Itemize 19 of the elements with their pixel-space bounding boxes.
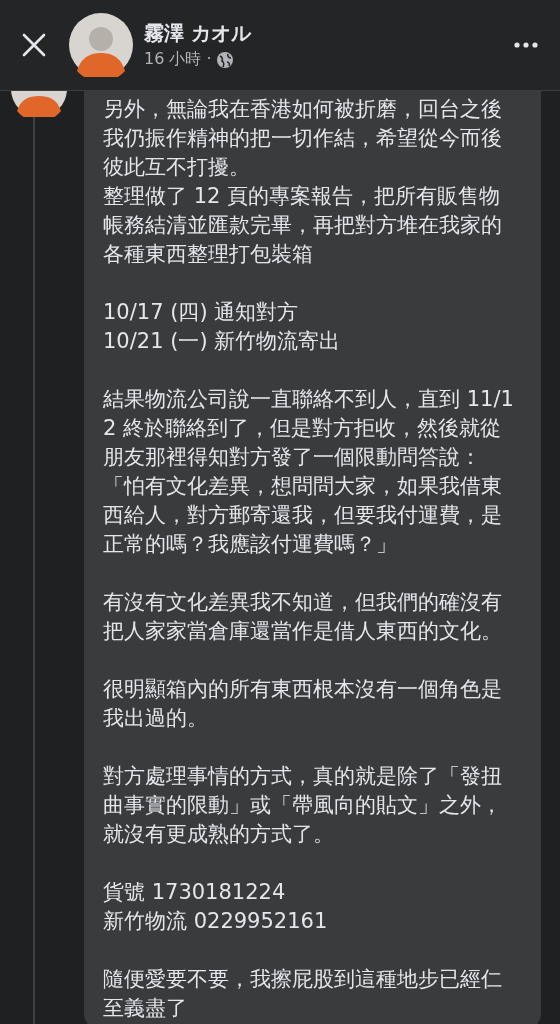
comment-text: 新竹物流 0229952161	[103, 908, 329, 935]
comment-text: 10/21 (一) 新竹物流寄出	[103, 328, 342, 355]
comment-text: 另外，無論我在香港如何被折磨，回台之後我仍振作精神的把一切作結，希望從今而後彼此互不打擾。	[103, 96, 503, 181]
post-time: 16 小時 ·	[144, 49, 212, 70]
comment-text: 10/17 (四) 通知對方	[103, 299, 300, 326]
comment-text: 隨便愛要不要，我擦屁股到這種地步已經仁至義盡了	[103, 966, 503, 1022]
close-icon	[21, 32, 47, 58]
comment-text: 結果物流公司說一直聯絡不到人，直到 11/12 終於聯絡到了，但是對方拒收，然後就從朋友那裡得知對方發了一個限動問答說：「怕有文化差異，想問問大家，如果我借東西給人，對方郵寄還我，但要我付運費，是正常的嗎？我應該付運費嗎？」	[103, 386, 515, 558]
author-name[interactable]: 霧澤 カオル	[144, 20, 508, 47]
comment-text: 有沒有文化差異我不知道，但我們的確沒有把人家家當倉庫還當作是借人東西的文化。	[103, 589, 503, 645]
comment-text: 整理做了 12 頁的專案報告，把所有販售物帳務結清並匯款完畢，再把對方堆在我家的各種東西整理打包裝箱	[103, 183, 503, 268]
globe-icon	[215, 50, 234, 69]
comment-text: 對方處理事情的方式，真的就是除了「發扭曲事實的限動」或「帶風向的貼文」之外，就沒有更成熟的方式了。	[103, 763, 503, 848]
more-icon	[514, 42, 538, 48]
close-button[interactable]	[20, 31, 48, 59]
avatar-icon	[69, 13, 133, 77]
avatar-icon	[11, 91, 67, 117]
comment-text: 貨號 1730181224	[103, 879, 287, 906]
comment-text: 很明顯箱內的所有東西根本沒有一個角色是我出過的。	[103, 676, 503, 732]
